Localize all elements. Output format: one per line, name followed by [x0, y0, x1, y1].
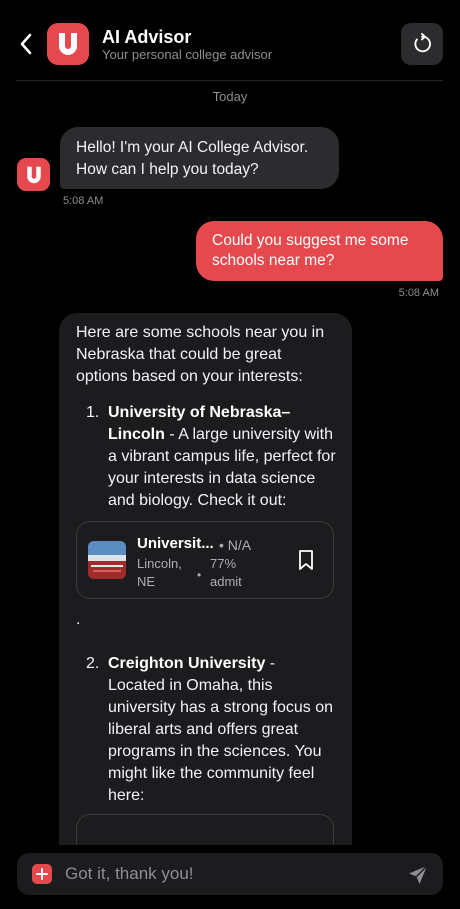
- message-text: .: [76, 611, 81, 628]
- plus-icon: [36, 868, 48, 880]
- date-separator: Today: [212, 89, 248, 104]
- advisor-logo: [47, 23, 89, 65]
- back-button[interactable]: [12, 28, 40, 60]
- meta-separator: •: [197, 568, 202, 582]
- school-thumbnail: [88, 541, 126, 579]
- bot-message-bubble: Hello! I'm your AI College Advisor. How …: [60, 127, 339, 189]
- bot-message-bubble: Here are some schools near you in Nebras…: [59, 313, 352, 845]
- refresh-button[interactable]: [401, 23, 443, 65]
- school-description: - Located in Omaha, this university has …: [108, 655, 334, 804]
- chat-messages[interactable]: Hello! I'm your AI College Advisor. How …: [0, 110, 460, 845]
- school-admit-rate: 77% admit: [210, 556, 242, 589]
- chat-header: AI Advisor Your personal college advisor: [0, 0, 460, 90]
- message-intro: Here are some schools near you in Nebras…: [76, 324, 325, 385]
- user-message-bubble: Could you suggest me some schools near m…: [196, 221, 443, 281]
- list-number: 2.: [86, 655, 100, 672]
- u-logo-icon: [26, 166, 41, 183]
- attach-button[interactable]: [32, 864, 52, 884]
- bookmark-icon: [299, 550, 313, 570]
- u-logo-icon: [59, 33, 77, 55]
- list-item: 2. Creighton University - Located in Oma…: [76, 653, 336, 807]
- header-title: AI Advisor: [102, 27, 192, 47]
- message-input[interactable]: [65, 853, 395, 895]
- bookmark-button[interactable]: [297, 549, 315, 571]
- message-timestamp: 5:08 AM: [398, 287, 439, 299]
- message-input-bar: [17, 853, 443, 895]
- school-card[interactable]: [76, 814, 334, 845]
- send-button[interactable]: [406, 863, 430, 887]
- school-name-link[interactable]: Creighton University: [108, 655, 265, 672]
- refresh-icon: [414, 33, 431, 53]
- message-text: Could you suggest me some schools near m…: [212, 232, 409, 269]
- header-divider: [16, 80, 443, 81]
- school-card[interactable]: Universit... • N/A Lincoln, NE • 77% adm…: [76, 521, 334, 599]
- school-location: Lincoln, NE: [137, 556, 182, 589]
- message-text: Hello! I'm your AI College Advisor. How …: [76, 139, 309, 178]
- header-subtitle: Your personal college advisor: [102, 47, 273, 62]
- stadium-image: [88, 541, 126, 579]
- list-number: 1.: [86, 404, 100, 421]
- bot-avatar: [17, 158, 50, 191]
- chevron-left-icon: [20, 33, 32, 55]
- school-rating: • N/A: [219, 537, 252, 553]
- school-card-name: Universit...: [137, 535, 214, 552]
- send-icon: [409, 865, 428, 884]
- message-timestamp: 5:08 AM: [63, 195, 104, 207]
- list-item: 1. University of Nebraska–Lincoln - A la…: [76, 402, 336, 512]
